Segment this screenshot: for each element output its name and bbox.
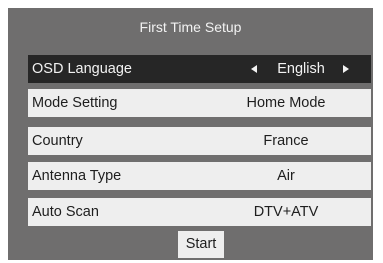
country-row[interactable]: Country France	[28, 127, 371, 155]
antenna-type-label: Antenna Type	[32, 168, 122, 184]
osd-language-label: OSD Language	[32, 61, 132, 77]
antenna-type-row[interactable]: Antenna Type Air	[28, 162, 371, 190]
auto-scan-row[interactable]: Auto Scan DTV+ATV	[28, 198, 371, 226]
mode-setting-row[interactable]: Mode Setting Home Mode	[28, 89, 371, 117]
mode-setting-value: Home Mode	[246, 95, 326, 111]
osd-language-row[interactable]: OSD Language English	[28, 55, 371, 83]
osd-language-value: English	[277, 61, 325, 77]
country-label: Country	[32, 133, 83, 149]
dialog-title: First Time Setup	[139, 19, 242, 35]
mode-setting-label: Mode Setting	[32, 95, 118, 111]
start-button[interactable]: Start	[178, 231, 224, 258]
auto-scan-value: DTV+ATV	[253, 204, 319, 220]
first-time-setup-dialog: First Time Setup OSD Language English Mo…	[8, 8, 373, 260]
country-value: France	[263, 133, 309, 149]
antenna-type-value: Air	[277, 168, 295, 184]
right-arrow-icon[interactable]	[343, 65, 349, 73]
auto-scan-label: Auto Scan	[32, 204, 99, 220]
